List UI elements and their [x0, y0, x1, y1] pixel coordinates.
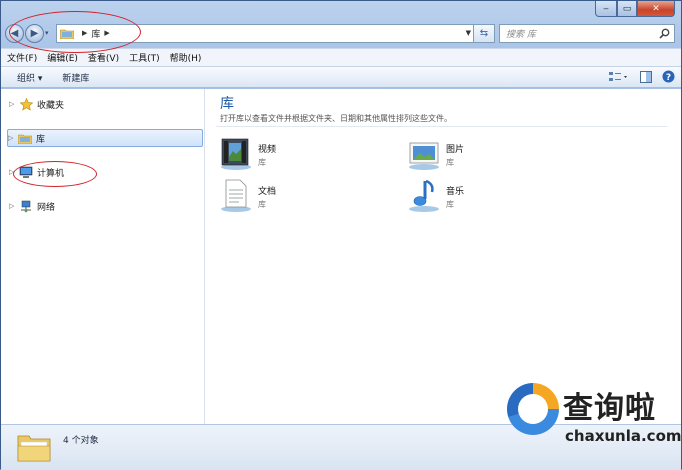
- library-type: 库: [258, 200, 266, 209]
- library-type: 库: [446, 158, 454, 167]
- network-icon: [19, 199, 33, 213]
- expand-arrow-icon[interactable]: ▷: [9, 100, 19, 108]
- watermark-site: chaxunla.com: [565, 427, 682, 445]
- refresh-button[interactable]: ⇆: [474, 23, 495, 43]
- nav-label: 计算机: [37, 168, 65, 179]
- library-tile-videos[interactable]: 视频 库: [218, 135, 368, 173]
- page-description: 打开库以查看文件并根据文件夹、日期和其他属性排列这些文件。: [220, 114, 452, 123]
- library-name: 图片: [446, 145, 465, 155]
- library-folder-icon: [18, 131, 32, 145]
- breadcrumb-arrow-icon[interactable]: ▶: [82, 29, 87, 37]
- search-logo-icon: [507, 383, 559, 435]
- arrow-right-icon: ▶: [30, 27, 39, 39]
- library-tile-pictures[interactable]: 图片 库: [406, 135, 556, 173]
- nav-label: 库: [36, 134, 46, 145]
- library-type: 库: [258, 158, 266, 167]
- library-name: 文档: [258, 187, 277, 197]
- maximize-button[interactable]: ▭: [617, 1, 637, 17]
- close-button[interactable]: ✕: [637, 1, 675, 17]
- library-name: 音乐: [446, 187, 465, 197]
- search-input[interactable]: 搜索 库: [499, 23, 675, 43]
- menu-file[interactable]: 文件(F): [7, 51, 37, 64]
- page-title: 库: [220, 96, 234, 112]
- star-icon: [19, 97, 33, 111]
- library-folder-large-icon: [17, 435, 51, 462]
- menu-bar: 文件(F) 编辑(E) 查看(V) 工具(T) 帮助(H): [1, 48, 681, 66]
- new-library-button[interactable]: 新建库: [62, 71, 89, 84]
- help-icon[interactable]: ?: [662, 70, 675, 83]
- nav-item-computer[interactable]: ▷ 计算机: [9, 163, 203, 181]
- nav-label: 网络: [37, 202, 56, 213]
- back-button[interactable]: ◀: [5, 23, 24, 43]
- forward-button[interactable]: ▶: [25, 23, 44, 43]
- nav-label: 收藏夹: [37, 100, 65, 111]
- expand-arrow-icon[interactable]: ▷: [9, 168, 19, 176]
- content-area: ▷ 收藏夹 ▷ 库 ▷ 计算机 ▷ 网络 库 打开库以查看文件并根据文件夹、日期…: [1, 89, 681, 424]
- library-tile-music[interactable]: 音乐 库: [406, 177, 556, 215]
- menu-edit[interactable]: 编辑(E): [47, 51, 78, 64]
- address-dropdown-icon[interactable]: ▼: [466, 29, 471, 37]
- toolbar-right: ?: [608, 70, 675, 83]
- navigation-pane: ▷ 收藏夹 ▷ 库 ▷ 计算机 ▷ 网络: [1, 89, 205, 424]
- divider: [216, 126, 667, 127]
- menu-tools[interactable]: 工具(T): [129, 51, 160, 64]
- nav-item-favorites[interactable]: ▷ 收藏夹: [9, 95, 203, 113]
- search-icon[interactable]: [659, 28, 670, 39]
- caption-buttons: ‒ ▭ ✕: [595, 1, 675, 17]
- menu-view[interactable]: 查看(V): [88, 51, 119, 64]
- minimize-button[interactable]: ‒: [595, 1, 617, 17]
- video-library-icon: [221, 138, 251, 170]
- breadcrumb-arrow-icon[interactable]: ▶: [104, 29, 109, 37]
- breadcrumb-libraries[interactable]: 库: [91, 27, 100, 40]
- library-name: 视频: [258, 145, 277, 155]
- watermark-title: 查询啦: [563, 391, 656, 426]
- library-folder-icon: [60, 29, 74, 39]
- main-pane: 库 打开库以查看文件并根据文件夹、日期和其他属性排列这些文件。 视频 库 图片 …: [206, 89, 681, 424]
- library-type: 库: [446, 200, 454, 209]
- arrow-left-icon: ◀: [10, 27, 19, 39]
- preview-pane-icon[interactable]: [640, 70, 652, 83]
- expand-arrow-icon[interactable]: ▷: [8, 134, 18, 142]
- view-options-icon[interactable]: [608, 71, 630, 83]
- computer-icon: [19, 165, 33, 179]
- nav-item-network[interactable]: ▷ 网络: [9, 197, 203, 215]
- explorer-window: ‒ ▭ ✕ ◀ ▶ ▾ ▶ 库 ▶ ▼ ⇆ 搜索 库 文件(F) 编辑(E) 查…: [0, 0, 682, 470]
- command-bar: 组织 ▾ 新建库 ?: [1, 66, 681, 88]
- library-tile-documents[interactable]: 文档 库: [218, 177, 368, 215]
- refresh-icon: ⇆: [479, 27, 489, 39]
- svg-text:?: ?: [666, 73, 671, 83]
- recent-pages-dropdown[interactable]: ▾: [45, 29, 53, 37]
- item-count: 4 个对象: [63, 436, 99, 446]
- address-bar[interactable]: ▶ 库 ▶ ▼: [56, 23, 474, 43]
- pictures-library-icon: [409, 142, 439, 170]
- expand-arrow-icon[interactable]: ▷: [9, 202, 19, 210]
- documents-library-icon: [221, 179, 251, 212]
- music-library-icon: [409, 179, 439, 212]
- search-placeholder: 搜索 库: [506, 29, 536, 40]
- nav-item-libraries[interactable]: ▷ 库: [7, 129, 203, 147]
- address-row: ◀ ▶ ▾ ▶ 库 ▶ ▼ ⇆ 搜索 库: [5, 22, 675, 44]
- watermark-logo: 查询啦 chaxunla.com: [501, 377, 682, 459]
- organize-button[interactable]: 组织 ▾: [17, 71, 42, 84]
- menu-help[interactable]: 帮助(H): [170, 51, 202, 64]
